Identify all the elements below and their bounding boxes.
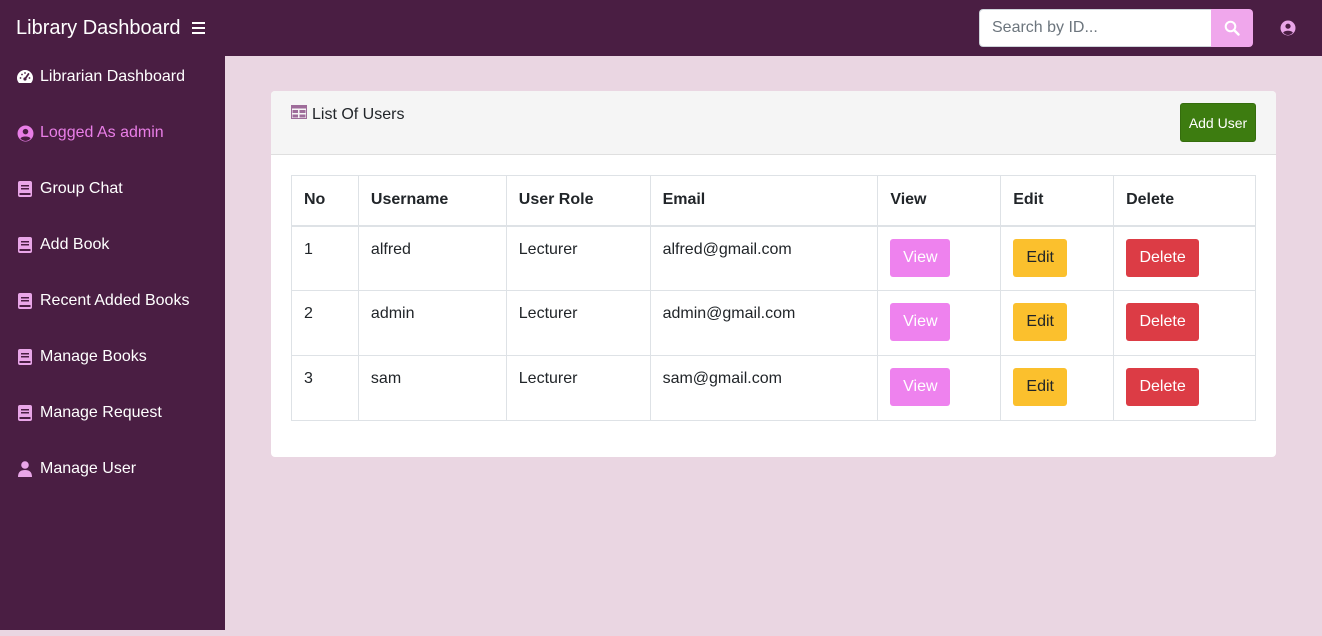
cell-user-role: Lecturer [505,355,651,421]
cell-user-role: Lecturer [505,225,651,291]
menu-toggle-icon[interactable] [192,18,208,38]
sidebar-item-recent-added-books[interactable]: Recent Added Books [16,289,189,313]
sidebar-item-label: Group Chat [40,180,123,197]
sidebar-item-add-book[interactable]: Add Book [16,233,109,257]
search-form [979,9,1253,47]
search-icon [1224,20,1240,36]
sidebar-item-label: Add Book [40,236,110,253]
users-card: List Of Users Add User No Username User … [271,91,1276,457]
search-button[interactable] [1211,9,1253,47]
user-menu-button[interactable] [1278,18,1298,38]
card-title-text: List Of Users [312,105,405,123]
edit-button[interactable]: Edit [1013,303,1068,341]
page-footer-strip [0,630,1322,636]
cell-view: View [877,290,1002,356]
column-header-view: View [877,175,1002,227]
cell-delete: Delete [1113,290,1256,356]
sidebar-item-manage-books[interactable]: Manage Books [16,345,147,369]
cell-delete: Delete [1113,225,1256,291]
user-icon [16,460,34,478]
users-table: No Username User Role Email View Edit De… [291,175,1256,421]
cell-username: alfred [357,225,507,291]
column-header-user-role: User Role [505,175,651,227]
card-title: List Of Users [291,105,404,124]
tachometer-icon [16,68,34,86]
sidebar-item-manage-request[interactable]: Manage Request [16,401,162,425]
column-header-edit: Edit [1000,175,1115,227]
cell-edit: Edit [1000,290,1115,356]
edit-button[interactable]: Edit [1013,238,1068,277]
add-user-button[interactable]: Add User [1180,103,1256,142]
table-row: 2 admin Lecturer admin@gmail.com View Ed… [291,290,1256,356]
table-icon [291,105,307,124]
cell-delete: Delete [1113,355,1256,421]
column-header-email: Email [649,175,879,227]
cell-no: 2 [291,290,359,356]
sidebar-item-label: Logged As admin [40,124,164,141]
table-header-row: No Username User Role Email View Edit De… [291,175,1256,227]
delete-button[interactable]: Delete [1126,303,1200,341]
book-icon [16,292,34,310]
sidebar-item-group-chat[interactable]: Group Chat [16,177,123,201]
view-button[interactable]: View [890,303,951,341]
cell-email: sam@gmail.com [649,355,879,421]
sidebar-item-label: Manage Request [40,404,162,421]
book-icon [16,404,34,422]
cell-no: 1 [291,225,359,291]
cell-email: alfred@gmail.com [649,225,879,291]
sidebar-item-librarian-dashboard[interactable]: Librarian Dashboard [16,65,185,89]
sidebar-item-label: Recent Added Books [40,292,190,309]
sidebar-item-logged-as[interactable]: Logged As admin [16,121,164,145]
column-header-username: Username [357,175,507,227]
column-header-delete: Delete [1113,175,1256,227]
delete-button[interactable]: Delete [1126,238,1200,277]
sidebar: Librarian Dashboard Logged As admin Grou… [0,56,225,630]
edit-button[interactable]: Edit [1013,368,1068,406]
cell-user-role: Lecturer [505,290,651,356]
sidebar-item-label: Manage Books [40,348,147,365]
top-navbar: Library Dashboard [0,0,1322,56]
user-circle-icon [1280,20,1296,36]
sidebar-item-manage-user[interactable]: Manage User [16,457,136,481]
sidebar-item-label: Librarian Dashboard [40,68,185,85]
delete-button[interactable]: Delete [1126,368,1200,406]
cell-view: View [877,225,1002,291]
cell-edit: Edit [1000,225,1115,291]
view-button[interactable]: View [890,238,951,277]
cell-edit: Edit [1000,355,1115,421]
user-circle-icon [16,124,34,142]
cell-username: admin [357,290,507,356]
book-icon [16,236,34,254]
table-row: 1 alfred Lecturer alfred@gmail.com View … [291,225,1256,291]
book-icon [16,180,34,198]
book-icon [16,348,34,366]
card-header: List Of Users Add User [271,91,1276,155]
cell-view: View [877,355,1002,421]
view-button[interactable]: View [890,368,951,406]
cell-username: sam [357,355,507,421]
column-header-no: No [291,175,359,227]
cell-no: 3 [291,355,359,421]
search-input[interactable] [979,9,1211,47]
table-row: 3 sam Lecturer sam@gmail.com View Edit D… [291,355,1256,421]
cell-email: admin@gmail.com [649,290,879,356]
app-title[interactable]: Library Dashboard [16,15,181,41]
sidebar-item-label: Manage User [40,460,137,477]
